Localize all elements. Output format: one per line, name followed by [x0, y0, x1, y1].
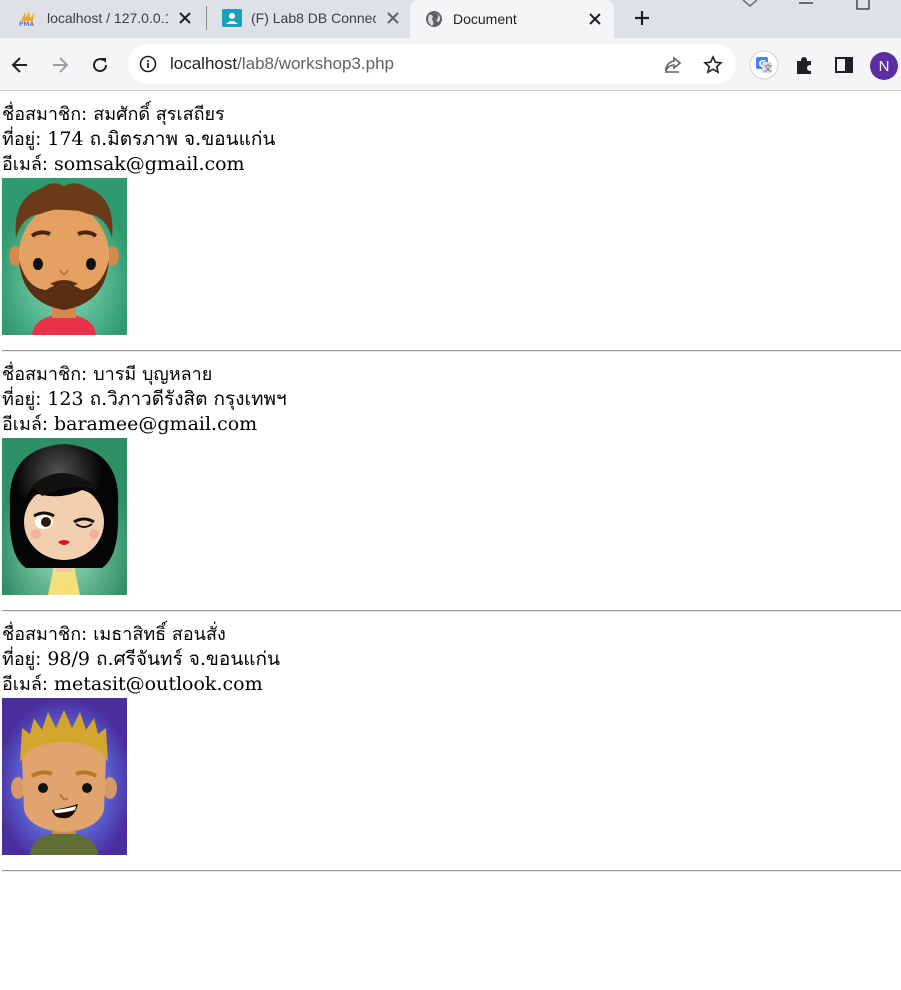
svg-text:文: 文	[764, 63, 772, 73]
email-label: อีเมล์:	[2, 414, 48, 435]
address-label: ที่อยู่:	[2, 649, 42, 670]
extensions-button[interactable]	[790, 51, 818, 79]
bearded-man-avatar	[2, 178, 127, 335]
side-panel-icon	[835, 57, 853, 73]
star-icon[interactable]	[700, 52, 726, 78]
member-name: บารมี บุญหลาย	[93, 364, 213, 385]
blond-man-avatar	[2, 698, 127, 855]
info-icon[interactable]	[138, 54, 158, 74]
member-entry: ชื่อสมาชิก: เมธาสิทธิ์ สอนสั่ง ที่อยู่: …	[0, 612, 901, 872]
svg-text:PMA: PMA	[19, 21, 34, 27]
tab-title: Document	[453, 11, 517, 27]
globe-icon	[424, 9, 444, 29]
tab-separator	[206, 6, 207, 30]
member-address: 174 ถ.มิตรภาพ จ.ขอนแก่น	[47, 128, 276, 150]
tab-title: localhost / 127.0.0.1	[47, 10, 168, 26]
member-name: เมธาสิทธิ์ สอนสั่ง	[93, 624, 226, 645]
reload-button[interactable]	[86, 51, 114, 79]
address-label: ที่อยู่:	[2, 389, 42, 410]
plus-icon	[635, 11, 649, 25]
email-label: อีเมล์:	[2, 674, 48, 695]
classroom-icon	[222, 8, 242, 28]
member-address-line: ที่อยู่: 123 ถ.วิภาวดีรังสิต กรุงเทพฯ	[2, 387, 287, 412]
arrow-right-icon	[53, 57, 69, 73]
member-name-line: ชื่อสมาชิก: สมศักดิ์ สุรเสถียร	[2, 102, 225, 127]
side-panel-button[interactable]	[830, 51, 858, 79]
translate-icon: G 文	[749, 50, 779, 80]
member-entry: ชื่อสมาชิก: บารมี บุญหลาย ที่อยู่: 123 ถ…	[0, 352, 901, 612]
email-label: อีเมล์:	[2, 154, 48, 175]
member-name-line: ชื่อสมาชิก: เมธาสิทธิ์ สอนสั่ง	[2, 622, 226, 647]
address-label: ที่อยู่:	[2, 129, 42, 150]
member-email: somsak@gmail.com	[53, 153, 245, 175]
member-email-line: อีเมล์: metasit@outlook.com	[2, 672, 263, 697]
member-email: metasit@outlook.com	[53, 673, 263, 695]
close-icon[interactable]	[176, 9, 194, 27]
member-email-line: อีเมล์: baramee@gmail.com	[2, 412, 257, 437]
member-name-line: ชื่อสมาชิก: บารมี บุญหลาย	[2, 362, 212, 387]
winking-woman-avatar	[2, 438, 127, 595]
profile-avatar[interactable]: N	[870, 52, 898, 80]
tab-phpmyadmin[interactable]: PMA localhost / 127.0.0.1	[0, 0, 200, 36]
new-tab-button[interactable]	[628, 4, 656, 32]
member-name: สมศักดิ์ สุรเสถียร	[93, 104, 225, 125]
member-address-line: ที่อยู่: 98/9 ถ.ศรีจันทร์ จ.ขอนแก่น	[2, 647, 280, 672]
member-address: 123 ถ.วิภาวดีรังสิต กรุงเทพฯ	[47, 388, 287, 410]
tab-title: (F) Lab8 DB Connection	[251, 10, 376, 26]
tab-strip: PMA localhost / 127.0.0.1 (F) Lab8 DB Co…	[0, 0, 901, 38]
member-address-line: ที่อยู่: 174 ถ.มิตรภาพ จ.ขอนแก่น	[2, 127, 275, 152]
member-email: baramee@gmail.com	[53, 413, 258, 435]
name-label: ชื่อสมาชิก:	[2, 364, 88, 385]
close-icon[interactable]	[384, 9, 402, 27]
puzzle-icon	[797, 57, 811, 74]
member-address: 98/9 ถ.ศรีจันทร์ จ.ขอนแก่น	[47, 648, 281, 670]
maximize-icon	[856, 0, 870, 10]
phpmyadmin-icon: PMA	[18, 8, 38, 28]
back-button[interactable]	[6, 51, 34, 79]
reload-icon	[93, 58, 108, 73]
forward-button[interactable]	[46, 51, 74, 79]
url-host: localhost	[170, 54, 238, 73]
divider	[2, 870, 901, 872]
address-bar[interactable]: localhost/lab8/workshop3.php	[128, 44, 736, 84]
tab-search-icon	[742, 0, 758, 7]
close-icon[interactable]	[586, 10, 604, 28]
name-label: ชื่อสมาชิก:	[2, 104, 88, 125]
url-text[interactable]: localhost/lab8/workshop3.php	[170, 54, 394, 74]
url-path: /lab8/workshop3.php	[237, 54, 394, 73]
page-content: ชื่อสมาชิก: สมศักดิ์ สุรเสถียร ที่อยู่: …	[0, 92, 901, 872]
member-entry: ชื่อสมาชิก: สมศักดิ์ สุรเสถียร ที่อยู่: …	[0, 92, 901, 352]
google-translate-extension[interactable]: G 文	[748, 49, 780, 81]
member-email-line: อีเมล์: somsak@gmail.com	[2, 152, 245, 177]
share-icon[interactable]	[660, 52, 686, 78]
tab-document[interactable]: Document	[410, 0, 614, 38]
window-controls	[735, 0, 901, 14]
arrow-left-icon	[11, 57, 27, 73]
browser-toolbar: localhost/lab8/workshop3.php G 文 N	[0, 38, 901, 91]
name-label: ชื่อสมาชิก:	[2, 624, 88, 645]
tab-lab8-db-connection[interactable]: (F) Lab8 DB Connection	[210, 0, 410, 36]
